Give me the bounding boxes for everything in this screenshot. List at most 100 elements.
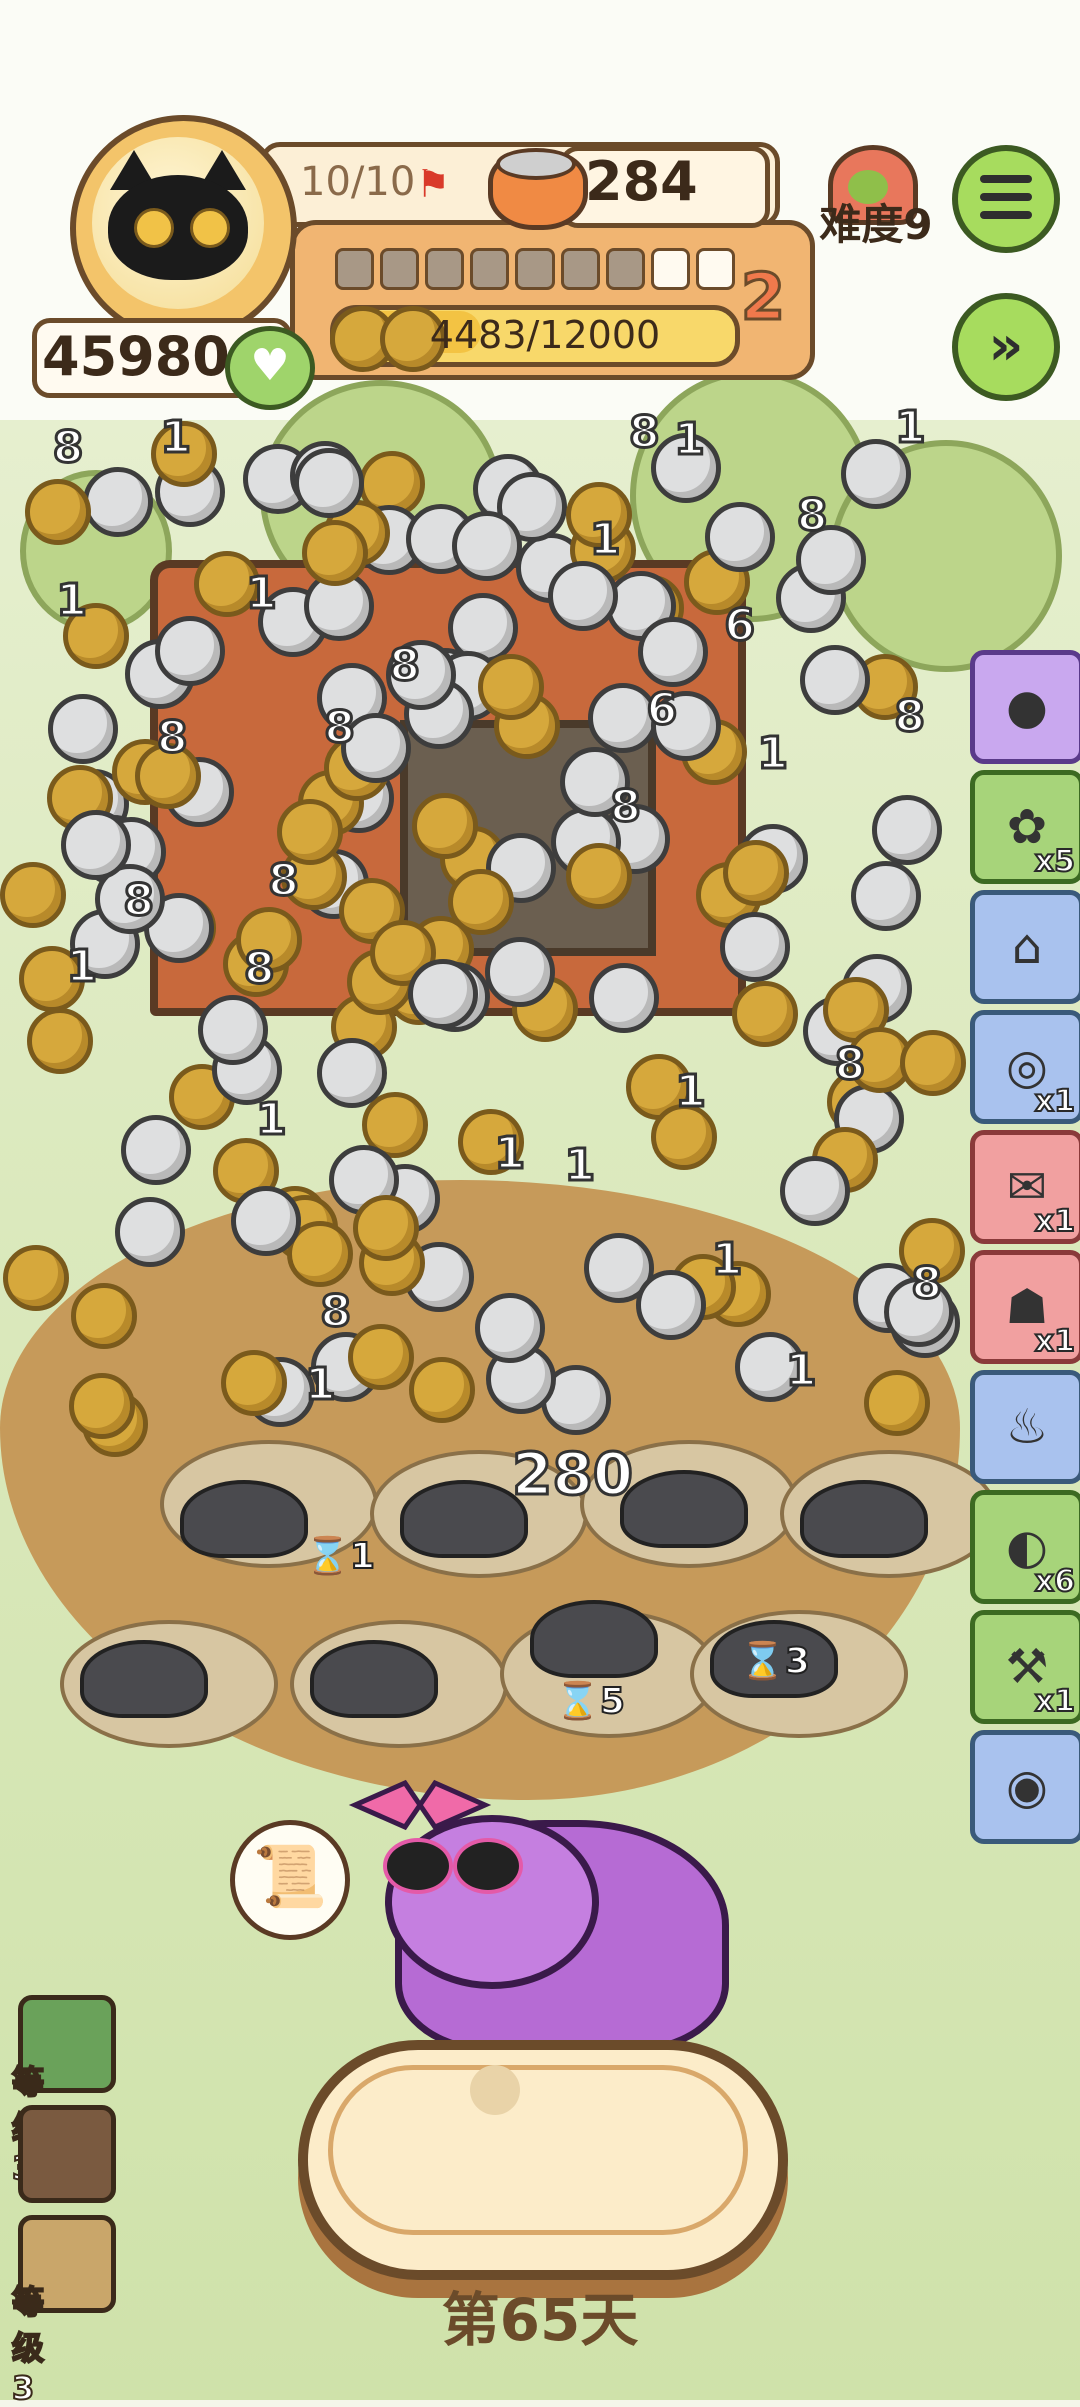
perk-button[interactable] <box>18 2105 116 2203</box>
silver-coin-icon[interactable] <box>872 794 943 865</box>
silver-coin-icon[interactable] <box>719 912 790 983</box>
heart-icon[interactable]: ♥ <box>225 326 315 410</box>
silver-coin-icon[interactable] <box>485 936 556 1007</box>
silver-coin-icon[interactable] <box>198 994 269 1065</box>
silver-coin-icon[interactable] <box>115 1197 186 1268</box>
certificate-icon[interactable]: 📜 <box>230 1820 350 1940</box>
silver-coin-icon[interactable] <box>635 1270 706 1341</box>
paw-coin-icon[interactable] <box>0 861 67 928</box>
floating-number: 1 <box>673 413 707 467</box>
bag-slot[interactable]: ☗ x1 <box>970 1250 1080 1364</box>
floating-number: 1 <box>784 1344 818 1398</box>
xp-text: 4483/12000 <box>429 313 661 357</box>
mole[interactable] <box>530 1600 658 1678</box>
silver-coin-icon[interactable] <box>407 958 478 1029</box>
progress-segment <box>695 248 735 290</box>
collar-slot[interactable]: ◎ x1 <box>970 1010 1080 1124</box>
mole[interactable] <box>800 1480 928 1558</box>
silver-coin-icon[interactable] <box>704 501 775 572</box>
floating-number: 8 <box>267 854 301 908</box>
paw-coin-icon[interactable] <box>863 1370 930 1437</box>
action-pad-inner[interactable] <box>328 2065 748 2235</box>
silver-coin-icon[interactable] <box>61 809 132 880</box>
mole-timer: ⌛5 <box>554 1680 626 1723</box>
floating-number: 8 <box>243 941 277 995</box>
paw-coin-icon[interactable] <box>352 1194 419 1261</box>
progress-segment <box>560 248 600 290</box>
progress-segment <box>335 248 375 290</box>
paw-coin-icon[interactable] <box>411 792 478 859</box>
can-slot[interactable]: ◉ <box>970 1730 1080 1844</box>
silver-coin-icon[interactable] <box>155 616 226 687</box>
item-count: x1 <box>1034 1323 1076 1360</box>
silver-coin-icon[interactable] <box>547 560 618 631</box>
paw-coin-icon[interactable] <box>347 1323 414 1390</box>
paw-coin-icon[interactable] <box>221 1349 288 1416</box>
silver-coin-icon[interactable] <box>317 1037 388 1108</box>
paw-coin-icon[interactable] <box>408 1356 475 1423</box>
silver-coin-icon[interactable] <box>452 511 523 582</box>
paw-coin-icon[interactable] <box>2 1244 69 1311</box>
progress-segment <box>425 248 465 290</box>
coin-pile-slot[interactable]: ● <box>970 650 1080 764</box>
paw-coin-icon[interactable] <box>478 653 545 720</box>
silver-coin-icon[interactable] <box>82 466 153 537</box>
menu-button[interactable] <box>952 145 1060 253</box>
progress-segment <box>470 248 510 290</box>
perk-level-label: 等级3 <box>11 2282 45 2407</box>
floating-number: 1 <box>255 1092 289 1146</box>
floating-number: 8 <box>156 711 190 765</box>
scroll-slot[interactable]: ✉ x1 <box>970 1130 1080 1244</box>
paw-coin-icon[interactable] <box>301 519 368 586</box>
floating-number: 1 <box>245 567 279 621</box>
silver-coin-icon[interactable] <box>121 1114 192 1185</box>
floating-number: 8 <box>893 690 927 744</box>
paw-slot[interactable]: ✿ x5 <box>970 770 1080 884</box>
fast-forward-icon: » <box>988 314 1024 377</box>
coins-counter: 284 <box>585 150 698 213</box>
fast-forward-button[interactable]: » <box>952 293 1060 401</box>
hut-slot[interactable]: ⌂ <box>970 890 1080 1004</box>
item-count: x6 <box>1034 1563 1076 1600</box>
paw-coin-icon[interactable] <box>70 1283 137 1350</box>
paw-coin-icon[interactable] <box>566 842 632 909</box>
mole[interactable] <box>310 1640 438 1718</box>
day-counter: 第65天 <box>441 2286 639 2354</box>
score-counter: 45980 <box>42 325 230 388</box>
crane-slot[interactable]: ⚒ x1 <box>970 1610 1080 1724</box>
item-count: x1 <box>1034 1203 1076 1240</box>
menu-icon <box>958 151 1054 219</box>
can-icon: ◉ <box>1006 1759 1048 1815</box>
floating-number: 8 <box>795 489 829 543</box>
coin-pile-icon: ● <box>1006 679 1048 735</box>
item-count: x1 <box>1034 1683 1076 1720</box>
mole[interactable] <box>620 1470 748 1548</box>
silver-coin-icon[interactable] <box>800 645 871 716</box>
silver-coin-icon[interactable] <box>637 617 708 688</box>
bowl-slot[interactable]: ◐ x6 <box>970 1490 1080 1604</box>
progress-segment <box>605 248 645 290</box>
silver-coin-icon[interactable] <box>47 693 118 764</box>
mole[interactable] <box>80 1640 208 1718</box>
floating-number: 8 <box>51 421 85 475</box>
mole[interactable] <box>180 1480 308 1558</box>
grinder-slot[interactable]: ♨ <box>970 1370 1080 1484</box>
floating-number: 1 <box>55 574 89 628</box>
floating-number: 1 <box>588 513 622 567</box>
floating-number: 8 <box>833 1038 867 1092</box>
floating-number: 1 <box>65 940 99 994</box>
floating-number: 1 <box>563 1139 597 1193</box>
silver-coin-icon[interactable] <box>850 860 921 931</box>
sunglasses-icon <box>383 1838 528 1894</box>
progress-segment <box>515 248 555 290</box>
paw-print-icon <box>470 2065 520 2115</box>
silver-coin-icon[interactable] <box>780 1156 851 1226</box>
difficulty-label[interactable]: 难度9 <box>806 196 946 254</box>
pink-bow-icon <box>345 1775 495 1835</box>
silver-coin-icon[interactable] <box>475 1292 546 1363</box>
level-badge: 2 <box>739 260 787 337</box>
floating-number: 6 <box>723 599 757 653</box>
silver-coin-icon[interactable] <box>231 1185 302 1256</box>
mole[interactable] <box>400 1480 528 1558</box>
paw-coin-icon[interactable] <box>900 1030 967 1097</box>
